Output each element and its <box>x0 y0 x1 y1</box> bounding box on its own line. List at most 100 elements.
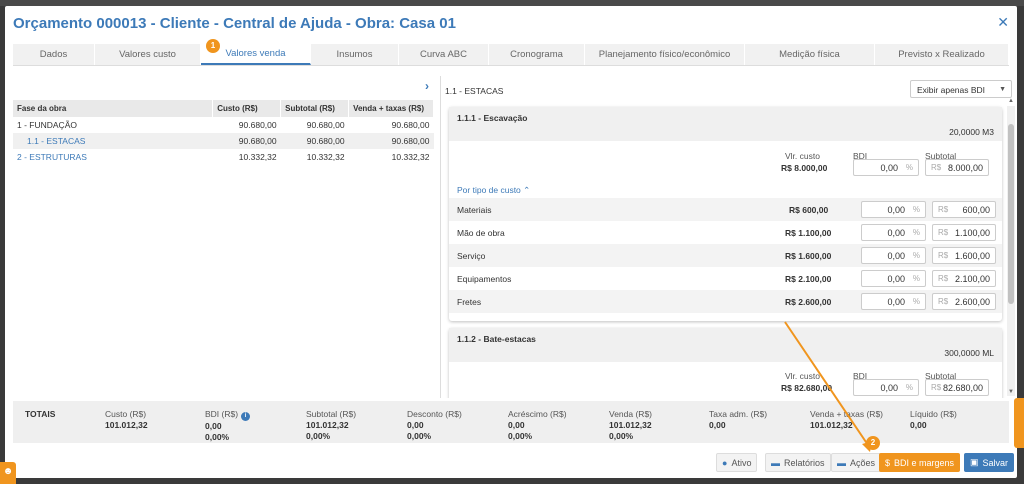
cost-type-bdi-input[interactable]: 0,00% <box>861 247 926 264</box>
total-value: 0,00 <box>709 420 726 430</box>
item-name: 1.1.2 - Bate-estacas <box>457 334 536 344</box>
bdi-value: 0,00 <box>887 251 905 261</box>
vlr-custo-label: Vlr. custo <box>785 371 820 381</box>
cost-type-bdi-input[interactable]: 0,00% <box>861 293 926 310</box>
relatorios-button[interactable]: ▬ Relatórios <box>765 453 831 472</box>
cell-venda: 90.680,00 <box>391 120 430 130</box>
item-name: 1.1.1 - Escavação <box>457 113 528 123</box>
tab-previsto-realizado[interactable]: Previsto x Realizado <box>875 44 1009 65</box>
cost-type-value: R$ 1.600,00 <box>785 251 832 261</box>
cost-type-bdi-input[interactable]: 0,00% <box>861 201 926 218</box>
total-value: 0,00 <box>910 420 927 430</box>
info-icon[interactable]: i <box>241 412 251 421</box>
total-header: Venda + taxas (R$) <box>810 409 884 419</box>
subtotal-value: 82.680,00 <box>942 383 983 393</box>
currency-prefix: R$ <box>938 297 949 306</box>
bdi-input[interactable]: 0,00 % <box>853 379 919 396</box>
percent-unit: % <box>912 205 920 214</box>
subtotal-input[interactable]: R$ 8.000,00 <box>925 159 989 176</box>
tab-label: Planejamento físico/econômico <box>598 49 731 60</box>
cost-type-subtotal-input[interactable]: R$ 2.100,00 <box>932 270 996 287</box>
scroll-up-icon[interactable]: ▲ <box>1008 98 1014 104</box>
cost-type-label: Serviço <box>457 251 486 261</box>
total-value: 0,00 <box>205 421 222 431</box>
table-row[interactable]: 1.1 - ESTACAS 90.680,00 90.680,00 90.680… <box>13 133 434 149</box>
vlr-custo-label: Vlr. custo <box>785 151 820 161</box>
detail-pane: 1.1 - ESTACAS Exibir apenas BDI ▼ 1.1.1 … <box>445 76 1017 398</box>
modal-footer: ● Ativo ▬ Relatórios ▬ Ações $ BDI e margens… <box>5 446 1017 478</box>
bdi-input[interactable]: 0,00 % <box>853 159 919 176</box>
bdi-margens-button[interactable]: $ BDI e margens <box>879 453 961 472</box>
total-header: BDI (R$) <box>205 409 239 419</box>
card-header: 1.1.2 - Bate-estacas 300,0000 ML <box>449 328 1002 362</box>
total-header: Desconto (R$) <box>407 409 462 419</box>
table-row[interactable]: 1 - FUNDAÇÃO 90.680,00 90.680,00 90.680,… <box>13 117 434 133</box>
subtotal-value: 2.100,00 <box>954 274 990 284</box>
totals-label: TOTAIS <box>25 409 56 419</box>
tab-bar: Dados Valores custo Valores venda Insumo… <box>13 44 1009 66</box>
button-label: Ações <box>850 457 876 468</box>
subtotal-input[interactable]: R$ 82.680,00 <box>925 379 989 396</box>
total-header: Subtotal (R$) <box>306 409 357 419</box>
cost-type-bdi-input[interactable]: 0,00% <box>861 270 926 287</box>
circle-icon: ● <box>722 457 728 468</box>
bdi-value: 0,00 <box>880 163 898 173</box>
step-badge-2: 2 <box>866 436 880 450</box>
total-header: Custo (R$) <box>105 409 147 419</box>
detail-title: 1.1 - ESTACAS <box>445 86 504 96</box>
cost-type-value: R$ 2.600,00 <box>785 297 832 307</box>
total-value: 0,00 <box>407 420 424 430</box>
total-acrescimo: Acréscimo (R$) 0,00 0,00% <box>508 409 567 442</box>
scroll-thumb[interactable] <box>1008 124 1014 304</box>
cost-type-subtotal-input[interactable]: R$ 1.100,00 <box>932 224 996 241</box>
por-tipo-label: Por tipo de custo <box>457 185 521 195</box>
ativo-button[interactable]: ● Ativo <box>716 453 758 472</box>
por-tipo-toggle[interactable]: Por tipo de custo ⌃ <box>457 185 530 196</box>
cost-type-value: R$ 1.100,00 <box>785 228 832 238</box>
item-quantity: 300,0000 ML <box>944 348 994 358</box>
modal-title: Orçamento 000013 - Cliente - Central de … <box>13 14 456 32</box>
total-percent: 0,00% <box>306 431 331 441</box>
percent-unit: % <box>912 297 920 306</box>
tab-label: Dados <box>39 49 68 60</box>
cell-custo: 90.680,00 <box>238 120 277 130</box>
tab-label: Cronograma <box>510 49 563 60</box>
cost-type-bdi-input[interactable]: 0,00% <box>861 224 926 241</box>
cost-type-subtotal-input[interactable]: R$ 600,00 <box>932 201 996 218</box>
tab-planejamento[interactable]: Planejamento físico/econômico <box>585 44 745 65</box>
close-icon[interactable]: ✕ <box>997 14 1009 31</box>
tab-curva-abc[interactable]: Curva ABC <box>399 44 489 65</box>
table-row[interactable]: 2 - ESTRUTURAS 10.332,32 10.332,32 10.33… <box>13 149 434 165</box>
bdi-value: 0,00 <box>887 297 905 307</box>
cost-type-subtotal-input[interactable]: R$ 2.600,00 <box>932 293 996 310</box>
cost-type-subtotal-input[interactable]: R$ 1.600,00 <box>932 247 996 264</box>
salvar-button[interactable]: ▣ Salvar <box>964 453 1015 472</box>
side-help-tab[interactable] <box>1014 398 1024 448</box>
tab-label: Insumos <box>336 49 373 60</box>
pane-divider <box>440 76 441 398</box>
total-header: Acréscimo (R$) <box>508 409 567 419</box>
tab-cronograma[interactable]: Cronograma <box>489 44 585 65</box>
chat-icon[interactable]: ☻ <box>0 462 16 484</box>
bdi-value: 0,00 <box>887 274 905 284</box>
total-bdi: BDI (R$) i 0,00 0,00% <box>205 409 251 443</box>
filter-select[interactable]: Exibir apenas BDI ▼ <box>910 80 1012 98</box>
total-header: Líquido (R$) <box>910 409 957 419</box>
chevron-right-icon[interactable]: › <box>425 79 429 93</box>
total-value: 0,00 <box>508 420 525 430</box>
total-header: Venda (R$) <box>609 409 652 419</box>
acoes-button[interactable]: ▬ Ações <box>831 453 882 472</box>
tab-valores-custo[interactable]: Valores custo <box>95 44 201 65</box>
bdi-value: 0,00 <box>887 205 905 215</box>
phase-pane: › Fase da obra Custo (R$) Subtotal (R$) … <box>13 76 437 398</box>
total-venda: Venda (R$) 101.012,32 0,00% <box>609 409 652 442</box>
tab-dados[interactable]: Dados <box>13 44 95 65</box>
col-header: Subtotal (R$) <box>280 100 350 117</box>
tab-medicao-fisica[interactable]: Medição física <box>745 44 875 65</box>
card-header: 1.1.1 - Escavação 20,0000 M3 <box>449 107 1002 141</box>
total-value: 101.012,32 <box>810 420 853 430</box>
scroll-down-icon[interactable]: ▼ <box>1008 389 1014 395</box>
total-subtotal: Subtotal (R$) 101.012,32 0,00% <box>306 409 356 442</box>
tab-insumos[interactable]: Insumos <box>311 44 399 65</box>
detail-scrollbar[interactable] <box>1007 106 1015 396</box>
